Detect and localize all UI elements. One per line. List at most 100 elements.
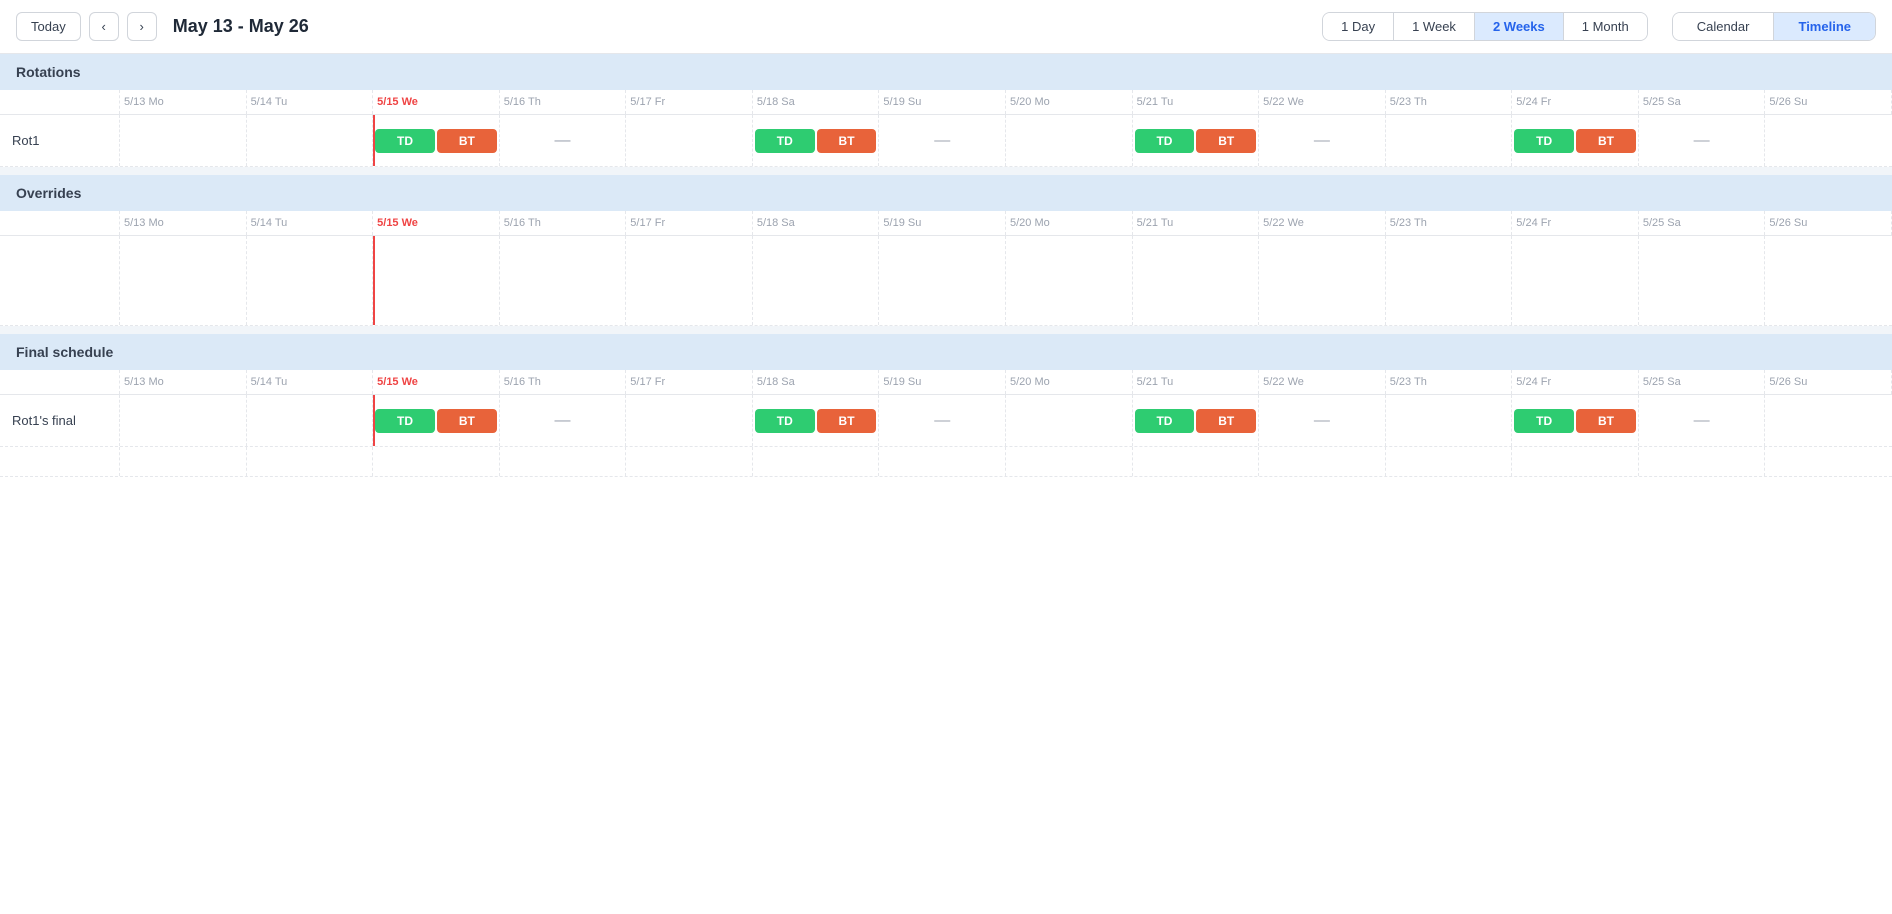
next-button[interactable]: ›: [127, 12, 157, 41]
header-day-9: 5/22 We: [1259, 90, 1386, 114]
rot1-cell-3: —: [500, 115, 627, 166]
fs-bottom-3: [500, 447, 627, 476]
ov-header-day-9: 5/22 We: [1259, 211, 1386, 235]
rot1-cell-2: TD BT: [373, 115, 500, 166]
ov-empty-1: [247, 236, 374, 325]
view-1day[interactable]: 1 Day: [1323, 13, 1394, 40]
prev-button[interactable]: ‹: [89, 12, 119, 41]
rot1-bt-2[interactable]: BT: [817, 129, 877, 153]
fs-cell-3: —: [500, 395, 627, 446]
header-day-3: 5/16 Th: [500, 90, 627, 114]
main-content: Rotations 5/13 Mo 5/14 Tu 5/15 We 5/16 T…: [0, 54, 1892, 477]
fs-bottom-0: [120, 447, 247, 476]
fs-bt-4[interactable]: BT: [1576, 409, 1636, 433]
ov-header-day-5: 5/18 Sa: [753, 211, 880, 235]
header-day-10: 5/23 Th: [1386, 90, 1513, 114]
fs-header-day-12: 5/25 Sa: [1639, 370, 1766, 394]
fs-td-3[interactable]: TD: [1135, 409, 1195, 433]
mode-group: Calendar Timeline: [1672, 12, 1876, 41]
overrides-day-headers: 5/13 Mo 5/14 Tu 5/15 We 5/16 Th 5/17 Fr …: [0, 211, 1892, 236]
ov-header-day-10: 5/23 Th: [1386, 211, 1513, 235]
rot1-label: Rot1: [0, 115, 120, 166]
ov-header-day-2: 5/15 We: [373, 211, 500, 235]
ov-header-day-8: 5/21 Tu: [1133, 211, 1260, 235]
rot1-cell-10: [1386, 115, 1513, 166]
ov-header-day-12: 5/25 Sa: [1639, 211, 1766, 235]
ov-header-day-7: 5/20 Mo: [1006, 211, 1133, 235]
rot1-bt-3[interactable]: BT: [1196, 129, 1256, 153]
ov-empty-4: [626, 236, 753, 325]
fs-cell-11: TD BT: [1512, 395, 1639, 446]
mode-timeline[interactable]: Timeline: [1774, 13, 1875, 40]
rot1-td-2[interactable]: TD: [755, 129, 815, 153]
section-rotations-header: Rotations: [0, 54, 1892, 90]
fs-td-1[interactable]: TD: [375, 409, 435, 433]
mode-calendar[interactable]: Calendar: [1673, 13, 1775, 40]
final-bottom-padding: [0, 447, 1892, 477]
fs-cell-1: [247, 395, 374, 446]
fs-cell-12: —: [1639, 395, 1766, 446]
rot1-cell-0: [120, 115, 247, 166]
header-day-5: 5/18 Sa: [753, 90, 880, 114]
header-day-6: 5/19 Su: [879, 90, 1006, 114]
fs-bottom-6: [879, 447, 1006, 476]
today-button[interactable]: Today: [16, 12, 81, 41]
fs-cell-13: [1765, 395, 1892, 446]
view-2weeks[interactable]: 2 Weeks: [1475, 13, 1564, 40]
fs-cell-6: —: [879, 395, 1006, 446]
view-1week[interactable]: 1 Week: [1394, 13, 1475, 40]
ov-header-day-1: 5/14 Tu: [247, 211, 374, 235]
rot1-cell-12: —: [1639, 115, 1766, 166]
fs-bt-2[interactable]: BT: [817, 409, 877, 433]
ov-empty-label: [0, 236, 120, 325]
fs-bottom-2: [373, 447, 500, 476]
ov-empty-9: [1259, 236, 1386, 325]
rot1-td-1[interactable]: TD: [375, 129, 435, 153]
section-rotations: Rotations 5/13 Mo 5/14 Tu 5/15 We 5/16 T…: [0, 54, 1892, 167]
section-final: Final schedule 5/13 Mo 5/14 Tu 5/15 We 5…: [0, 334, 1892, 477]
final-day-headers: 5/13 Mo 5/14 Tu 5/15 We 5/16 Th 5/17 Fr …: [0, 370, 1892, 395]
fs-bt-3[interactable]: BT: [1196, 409, 1256, 433]
rot1-cell-6: —: [879, 115, 1006, 166]
fs-bt-1[interactable]: BT: [437, 409, 497, 433]
rot1-cell-1: [247, 115, 374, 166]
header-day-7: 5/20 Mo: [1006, 90, 1133, 114]
fs-header-day-11: 5/24 Fr: [1512, 370, 1639, 394]
fs-header-day-6: 5/19 Su: [879, 370, 1006, 394]
fs-td-4[interactable]: TD: [1514, 409, 1574, 433]
fs-header-day-10: 5/23 Th: [1386, 370, 1513, 394]
header-day-2: 5/15 We: [373, 90, 500, 114]
ov-empty-10: [1386, 236, 1513, 325]
fs-bottom-10: [1386, 447, 1513, 476]
fs-cell-9: —: [1259, 395, 1386, 446]
overrides-grid: 5/13 Mo 5/14 Tu 5/15 We 5/16 Th 5/17 Fr …: [0, 211, 1892, 326]
rot1-bt-4[interactable]: BT: [1576, 129, 1636, 153]
rot1-td-4[interactable]: TD: [1514, 129, 1574, 153]
rot1-final-label: Rot1's final: [0, 395, 120, 446]
rot1-cell-9: —: [1259, 115, 1386, 166]
date-range: May 13 - May 26: [173, 16, 309, 37]
header-label-empty: [0, 90, 120, 114]
fs-cell-7: [1006, 395, 1133, 446]
fs-bottom-11: [1512, 447, 1639, 476]
fs-header-day-13: 5/26 Su: [1765, 370, 1892, 394]
fs-header-day-2: 5/15 We: [373, 370, 500, 394]
ov-empty-12: [1639, 236, 1766, 325]
today-line-ov: [373, 236, 375, 325]
view-1month[interactable]: 1 Month: [1564, 13, 1647, 40]
ov-header-day-0: 5/13 Mo: [120, 211, 247, 235]
fs-cell-5: TD BT: [753, 395, 880, 446]
today-line-fs: [373, 395, 375, 446]
rot1-bt-1[interactable]: BT: [437, 129, 497, 153]
header-day-1: 5/14 Tu: [247, 90, 374, 114]
fs-bottom-label: [0, 447, 120, 476]
rot1-td-3[interactable]: TD: [1135, 129, 1195, 153]
rot1-cell-5: TD BT: [753, 115, 880, 166]
fs-bottom-9: [1259, 447, 1386, 476]
ov-empty-5: [753, 236, 880, 325]
fs-header-empty: [0, 370, 120, 394]
fs-bottom-8: [1133, 447, 1260, 476]
fs-td-2[interactable]: TD: [755, 409, 815, 433]
rot1-final-row: Rot1's final TD BT — TD BT — TD BT: [0, 395, 1892, 447]
fs-cell-0: [120, 395, 247, 446]
